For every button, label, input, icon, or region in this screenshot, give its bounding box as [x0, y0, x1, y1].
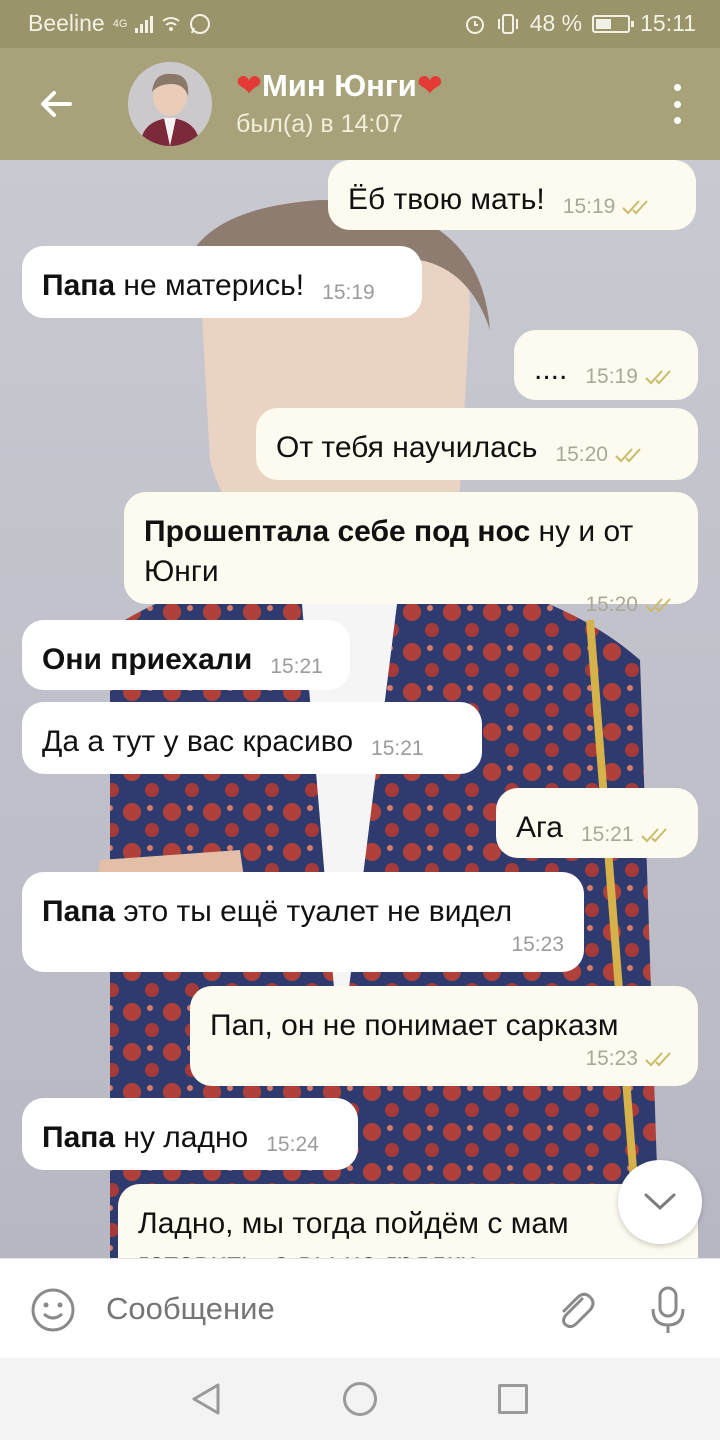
outgoing-message[interactable]: Пап, он не понимает сарказм 15:23	[190, 986, 698, 1086]
message-text-line2: готовить, а вы на грядки	[138, 1247, 477, 1258]
status-bar: Beeline 4G 48 % 15:11	[0, 0, 720, 48]
message-text: Пап, он не понимает сарказм	[210, 1009, 619, 1042]
microphone-icon[interactable]	[648, 1285, 688, 1335]
message-text: Ага	[516, 811, 563, 844]
message-meta: 15:19	[322, 273, 375, 313]
incoming-message[interactable]: Папа не матерись! 15:19	[22, 246, 422, 318]
message-time: 15:23	[511, 933, 564, 956]
message-text: не матерись!	[115, 269, 305, 302]
message-meta: 15:24	[266, 1125, 319, 1165]
message-meta: 15:19	[585, 357, 678, 397]
nav-recents-icon[interactable]	[498, 1384, 528, 1414]
system-nav-bar	[0, 1358, 720, 1440]
message-time: 15:19	[585, 365, 638, 388]
outgoing-message[interactable]: .... 15:19	[514, 330, 698, 400]
network-type: 4G	[112, 17, 128, 30]
message-time: 15:20	[555, 443, 608, 466]
last-seen-status: был(а) в 14:07	[236, 110, 404, 138]
message-meta: 15:23	[60, 932, 564, 958]
message-composer	[0, 1258, 720, 1358]
chat-header: ❤Мин Юнги❤ был(а) в 14:07	[0, 48, 720, 160]
message-time: 15:21	[580, 823, 634, 846]
nav-home-icon[interactable]	[343, 1382, 377, 1416]
carrier-label: Beeline	[28, 10, 105, 36]
message-bold-text: Папа	[42, 269, 116, 302]
message-text: Ёб твою мать!	[348, 183, 545, 216]
battery-percent: 48 %	[529, 10, 583, 36]
message-text: это ты ещё туалет не видел	[115, 895, 513, 928]
message-text: Да а тут у вас красиво	[42, 725, 354, 758]
outgoing-message[interactable]: Ладно, мы тогда пойдём с мам готовить, а …	[118, 1184, 698, 1258]
avatar[interactable]	[128, 62, 212, 146]
vertical-dots-icon[interactable]	[670, 84, 684, 124]
message-meta: 15:21	[270, 647, 323, 687]
message-time: 15:21	[371, 737, 424, 760]
read-ticks-icon	[634, 823, 674, 846]
message-meta: 15:20	[555, 435, 648, 475]
signal-icon	[135, 15, 154, 33]
message-text: ....	[534, 353, 568, 386]
arrow-left-icon[interactable]	[34, 82, 78, 126]
incoming-message[interactable]: Да а тут у вас красиво 15:21	[22, 702, 482, 774]
message-bold-text: Папа	[42, 895, 116, 928]
whatsapp-icon	[190, 13, 211, 34]
nav-back-icon[interactable]	[190, 1382, 222, 1416]
scroll-down-button[interactable]	[618, 1160, 702, 1244]
heart-left: ❤	[236, 68, 262, 103]
chevron-down-icon	[644, 1193, 676, 1211]
message-time: 15:23	[585, 1047, 638, 1070]
paperclip-icon[interactable]	[552, 1287, 598, 1333]
read-ticks-icon	[638, 593, 678, 616]
message-meta: 15:21	[371, 729, 424, 769]
read-ticks-icon	[638, 1047, 678, 1070]
read-ticks-icon	[615, 195, 655, 218]
alarm-icon	[465, 15, 484, 34]
message-meta: 15:23	[228, 1046, 678, 1072]
incoming-message[interactable]: Они приехали 15:21	[22, 620, 350, 690]
message-time: 15:21	[270, 655, 323, 678]
message-time: 15:19	[562, 195, 616, 218]
message-time: 15:19	[322, 281, 375, 304]
battery-icon	[592, 14, 635, 33]
incoming-message[interactable]: Папа ну ладно 15:24	[22, 1098, 358, 1170]
smiley-icon[interactable]	[30, 1287, 76, 1333]
read-ticks-icon	[638, 365, 678, 388]
heart-right: ❤	[416, 68, 443, 103]
message-bold-text: Прошептала себе под нос	[144, 515, 531, 548]
incoming-message[interactable]: Папа это ты ещё туалет не видел 15:23	[22, 872, 584, 972]
message-bold-text: Папа	[42, 1121, 116, 1154]
outgoing-message[interactable]: Ёб твою мать! 15:19	[328, 160, 696, 230]
chat-area[interactable]: Ёб твою мать! 15:19 Папа не матерись! 15:19…	[0, 160, 720, 1258]
outgoing-message[interactable]: От тебя научилась 15:20	[256, 408, 698, 480]
wifi-icon	[162, 16, 181, 31]
message-meta: 15:20	[162, 592, 678, 618]
message-text: Ладно, мы тогда пойдём с мам	[138, 1207, 569, 1240]
vibrate-icon	[497, 13, 518, 34]
read-ticks-icon	[608, 443, 648, 466]
message-meta: 15:21	[581, 815, 674, 855]
message-meta: 15:19	[563, 187, 656, 227]
contact-name-text: Мин Юнги	[261, 68, 417, 103]
clock: 15:11	[640, 10, 696, 36]
outgoing-message[interactable]: Ага 15:21	[496, 788, 698, 858]
message-text: От тебя научилась	[276, 431, 538, 464]
message-time: 15:24	[266, 1133, 319, 1156]
message-time: 15:20	[585, 593, 638, 616]
message-input[interactable]	[106, 1291, 526, 1327]
message-text: ну ладно	[115, 1121, 249, 1154]
contact-name[interactable]: ❤Мин Юнги❤	[236, 68, 443, 104]
message-bold-text: Они приехали	[42, 643, 253, 676]
outgoing-message[interactable]: Прошептала себе под нос ну и от Юнги 15:2…	[124, 492, 698, 616]
